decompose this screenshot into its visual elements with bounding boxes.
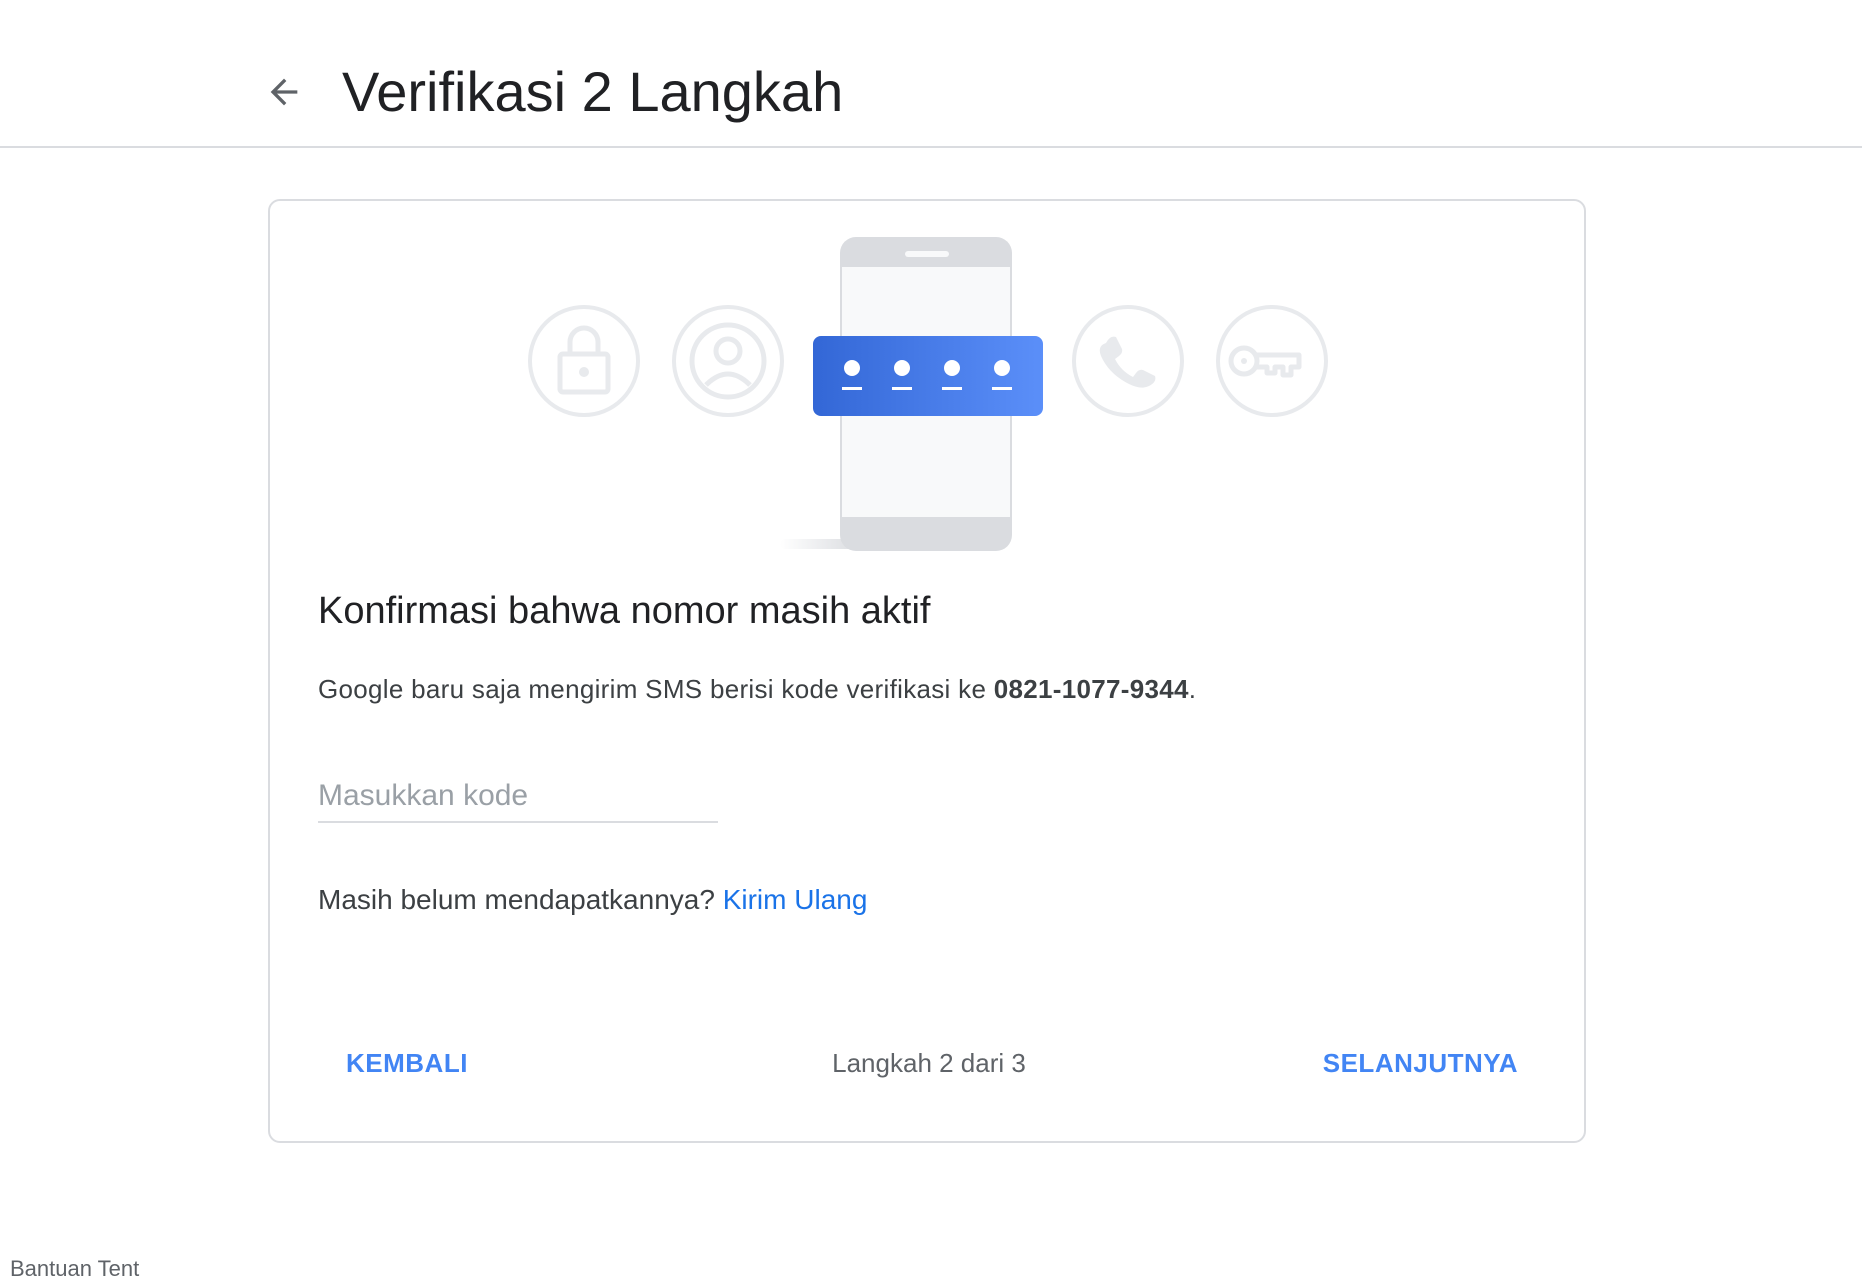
account-circle-icon [672, 305, 784, 417]
back-button[interactable] [256, 64, 312, 120]
resend-prompt: Masih belum mendapatkannya? [318, 884, 715, 915]
step-text: Langkah 2 dari 3 [832, 1048, 1026, 1078]
phone-icon [1072, 305, 1184, 417]
arrow-back-icon [270, 78, 298, 106]
verification-card: Konfirmasi bahwa nomor masih aktif Googl… [268, 199, 1586, 1143]
card-heading: Konfirmasi bahwa nomor masih aktif [318, 590, 931, 632]
sms-sent-description: Google baru saja mengirim SMS berisi kod… [318, 671, 1196, 707]
next-step-button[interactable]: SELANJUTNYA [1295, 1037, 1546, 1089]
back-step-button[interactable]: KEMBALI [318, 1037, 496, 1089]
description-suffix: . [1188, 674, 1197, 704]
page-header: Verifikasi 2 Langkah [0, 0, 1862, 148]
sms-code-icon [813, 336, 1043, 416]
two-step-illustration [528, 237, 1328, 551]
description-text: Google baru saja mengirim SMS berisi kod… [318, 674, 994, 704]
page-title: Verifikasi 2 Langkah [342, 60, 844, 123]
footer-links-partial: Bantuan Tent [10, 1256, 140, 1281]
key-icon [1216, 305, 1328, 417]
resend-link[interactable]: Kirim Ulang [723, 884, 868, 915]
verification-code-input[interactable] [318, 771, 718, 823]
lock-icon [528, 305, 640, 417]
resend-row: Masih belum mendapatkannya? Kirim Ulang [318, 881, 867, 919]
phone-number: 0821-1077-9344 [993, 674, 1189, 704]
